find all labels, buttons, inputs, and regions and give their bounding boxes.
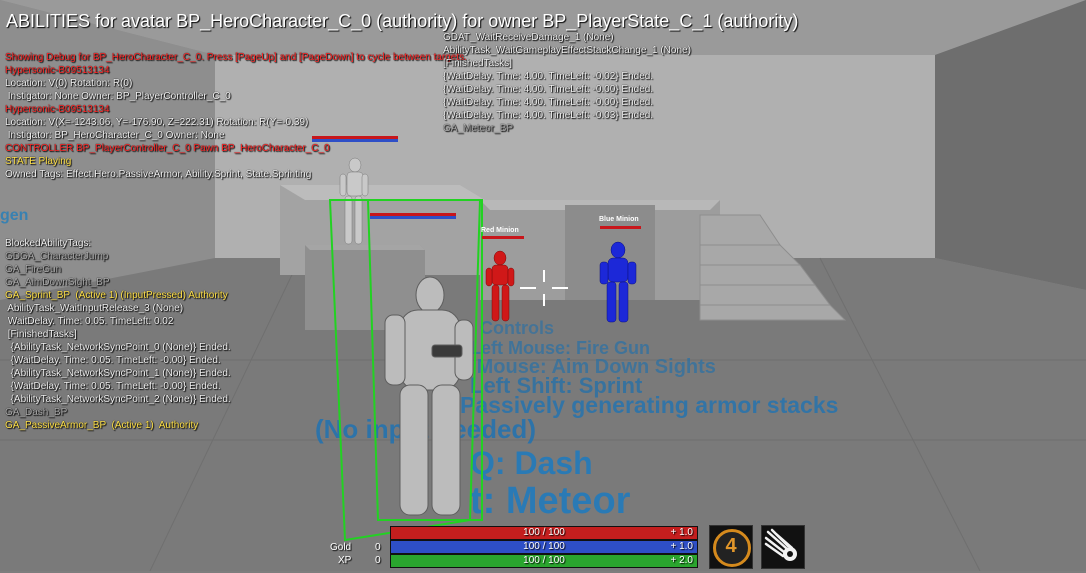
- ability-debug-line: GA_Sprint_BP (Active 1) (InputPressed) A…: [5, 290, 228, 301]
- mana-regen: + 1.0: [670, 541, 693, 552]
- crosshair-icon: [520, 270, 568, 306]
- ability-debug-line: GDGA_CharacterJump: [5, 251, 109, 262]
- player-hero-character: [384, 276, 474, 516]
- debug-line: Instigator: BP_HeroCharacter_C_0 Owner: …: [5, 130, 225, 141]
- ability-debug-line: GA_PassiveArmor_BP (Active 1) Authority: [5, 420, 199, 431]
- task-debug-line: AbilityTask_WaitGameplayEffectStackChang…: [443, 45, 691, 56]
- red-minion-health-bar: [482, 236, 524, 239]
- task-debug-line: {WaitDelay. Time: 4.00. TimeLeft: -0.00}…: [443, 84, 654, 95]
- ability-slot-1-value: 4: [725, 535, 737, 557]
- blue-minion-health-bar: [600, 226, 641, 229]
- task-debug-line: {WaitDelay. Time: 4.00. TimeLeft: -0.02}…: [443, 71, 654, 82]
- health-regen: + 1.0: [670, 527, 693, 538]
- debug-line: Instigator: None Owner: BP_PlayerControl…: [5, 91, 231, 102]
- ability-debug-line: {AbilityTask_NetworkSyncPoint_0 (None)} …: [5, 342, 231, 353]
- red-minion-label: Red Minion: [481, 227, 519, 234]
- gold-value: 0: [375, 542, 381, 553]
- ability-slot-1[interactable]: 4: [709, 525, 753, 569]
- debug-line: Showing Debug for BP_HeroCharacter_C_0. …: [5, 52, 467, 63]
- ability-debug-line: GA_Dash_BP: [5, 407, 68, 418]
- ability-debug-line: GA_FireGun: [5, 264, 62, 275]
- debug-line: Hypersonic-B09513134: [5, 65, 110, 76]
- task-debug-line: {WaitDelay. Time: 4.00. TimeLeft: -0.03}…: [443, 110, 654, 121]
- health-text: 100 / 100: [523, 527, 565, 538]
- abilities-debug-title: ABILITIES for avatar BP_HeroCharacter_C_…: [6, 11, 799, 31]
- debug-line: STATE Playing: [5, 156, 72, 167]
- xp-label: XP: [338, 555, 352, 566]
- ability-debug-line: [FinishedTasks]: [5, 329, 77, 340]
- debug-line: Owned Tags: Effect.Hero.PassiveArmor, Ab…: [5, 169, 312, 180]
- gold-label: Gold: [330, 542, 352, 553]
- ability-debug-line: {WaitDelay. Time: 0.05. TimeLeft: -0.00}…: [5, 381, 221, 392]
- task-debug-line: [FinishedTasks]: [443, 58, 512, 69]
- ability-debug-line: {WaitDelay. Time: 0.05. TimeLeft: -0.00}…: [5, 355, 221, 366]
- stamina-bar: 100 / 100 + 2.0: [390, 554, 698, 568]
- stamina-regen: + 2.0: [670, 555, 693, 566]
- debug-line: CONTROLLER BP_PlayerController_C_0 Pawn …: [5, 143, 330, 154]
- mana-bar: 100 / 100 + 1.0: [390, 540, 698, 554]
- ability-debug-line: {AbilityTask_NetworkSyncPoint_2 (None)} …: [5, 394, 231, 405]
- meteor-icon: [764, 528, 797, 561]
- ability-debug-line: GA_AimDownSight_BP: [5, 277, 110, 288]
- xp-value: 0: [375, 555, 381, 566]
- task-debug-line: GDAT_WaitReceiveDamage_1 (None): [443, 32, 614, 43]
- health-bar: 100 / 100 + 1.0: [390, 526, 698, 540]
- ability-debug-line: BlockedAbilityTags:: [5, 238, 92, 249]
- ability-debug-line: {AbilityTask_NetworkSyncPoint_1 (None)} …: [5, 368, 231, 379]
- blue-minion[interactable]: [599, 241, 637, 323]
- ability-debug-line: WaitDelay. Time: 0.05. TimeLeft: 0.02: [5, 316, 174, 327]
- task-debug-line: GA_Meteor_BP: [443, 123, 514, 134]
- task-debug-line: {WaitDelay. Time: 4.00. TimeLeft: -0.00}…: [443, 97, 654, 108]
- debug-line: Location: V(X=-1243.06, Y=-176.90, Z=222…: [5, 117, 309, 128]
- debug-ability-tasks: GDAT_WaitReceiveDamage_1 (None) AbilityTa…: [443, 31, 691, 135]
- debug-line: Hypersonic-B09513134: [5, 104, 110, 115]
- debug-line: Location: V(0) Rotation: R(0): [5, 78, 133, 89]
- debug-target-info: Showing Debug for BP_HeroCharacter_C_0. …: [5, 51, 467, 181]
- mana-text: 100 / 100: [523, 541, 565, 552]
- debug-ability-list: BlockedAbilityTags: GDGA_CharacterJump GA_…: [5, 237, 231, 432]
- stamina-text: 100 / 100: [523, 555, 565, 566]
- ability-slot-2[interactable]: [761, 525, 805, 569]
- ability-debug-line: AbilityTask_WaitInputRelease_3 (None): [5, 303, 184, 314]
- red-minion[interactable]: [485, 250, 515, 322]
- blue-minion-label: Blue Minion: [599, 216, 639, 223]
